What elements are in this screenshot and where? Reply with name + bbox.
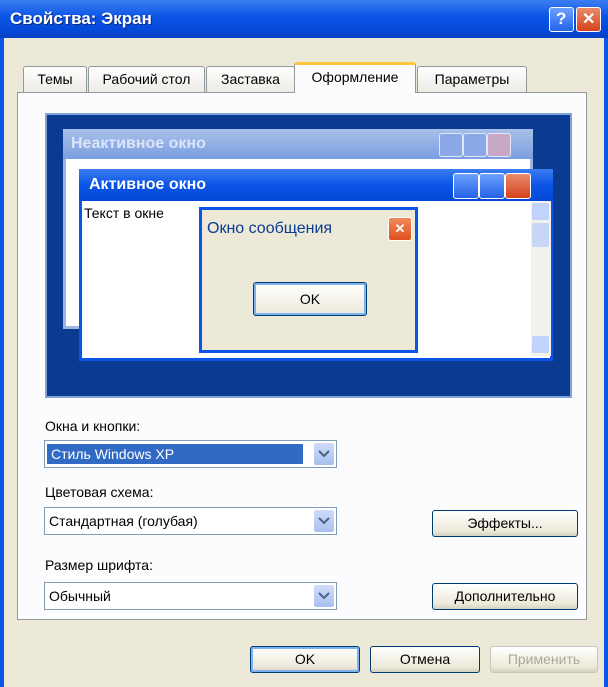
font-size-label: Размер шрифта: <box>45 557 153 573</box>
apply-label: Применить <box>507 651 581 667</box>
cancel-button[interactable]: Отмена <box>370 646 480 673</box>
tab-label: Параметры <box>434 71 510 87</box>
tab-themes[interactable]: Темы <box>23 66 87 92</box>
display-properties-window: Свойства: Экран ? ✕ Темы Рабочий стол За… <box>0 0 608 687</box>
tab-screensaver[interactable]: Заставка <box>206 66 295 92</box>
window-title: Свойства: Экран <box>10 9 152 28</box>
minimize-icon <box>439 133 463 157</box>
advanced-button[interactable]: Дополнительно <box>432 583 578 610</box>
effects-label: Эффекты... <box>467 515 543 531</box>
help-button[interactable]: ? <box>549 7 574 32</box>
scroll-thumb <box>532 223 549 247</box>
chevron-down-icon[interactable] <box>314 443 334 465</box>
tab-desktop[interactable]: Рабочий стол <box>88 66 205 92</box>
chevron-down-icon[interactable] <box>314 585 334 607</box>
active-window-title: Активное окно <box>89 176 207 193</box>
minimize-icon <box>453 173 479 199</box>
tab-label: Заставка <box>221 71 280 87</box>
message-box-title: Окно сообщения <box>207 220 333 237</box>
help-icon: ? <box>556 9 567 28</box>
message-box-titlebar: Окно сообщения ✕ <box>202 210 415 248</box>
scroll-down-icon <box>532 336 549 353</box>
close-icon: ✕ <box>388 217 412 241</box>
advanced-label: Дополнительно <box>454 588 556 604</box>
message-ok-label: OK <box>299 291 321 307</box>
appearance-preview: Неактивное окно Активное окно Текст в ок… <box>45 113 572 398</box>
windows-buttons-value: Стиль Windows XP <box>47 444 303 464</box>
windows-buttons-select[interactable]: Стиль Windows XP <box>44 440 337 468</box>
windows-buttons-label: Окна и кнопки: <box>45 418 141 434</box>
active-window-titlebar: Активное окно <box>79 169 553 201</box>
window-text: Текст в окне <box>84 205 164 221</box>
message-ok-button: OK <box>253 282 367 316</box>
inactive-window-titlebar: Неактивное окно <box>63 129 533 159</box>
tab-label: Оформление <box>311 69 399 85</box>
color-scheme-label: Цветовая схема: <box>45 484 154 500</box>
title-bar[interactable]: Свойства: Экран ? ✕ <box>0 0 608 38</box>
apply-button[interactable]: Применить <box>490 646 598 673</box>
tab-label: Рабочий стол <box>102 71 191 87</box>
color-scheme-select[interactable]: Стандартная (голубая) <box>44 507 337 535</box>
close-icon: ✕ <box>582 11 596 28</box>
inactive-window-title: Неактивное окно <box>71 135 206 152</box>
cancel-label: Отмена <box>399 651 451 667</box>
window-border-left <box>0 38 4 687</box>
close-button[interactable]: ✕ <box>576 7 601 32</box>
effects-button[interactable]: Эффекты... <box>432 510 578 537</box>
close-icon <box>487 133 511 157</box>
tab-appearance[interactable]: Оформление <box>294 62 416 93</box>
chevron-down-icon[interactable] <box>314 510 334 532</box>
tab-label: Темы <box>37 71 73 87</box>
color-scheme-value: Стандартная (голубая) <box>49 513 198 529</box>
scroll-up-icon <box>532 203 549 220</box>
window-border-right <box>604 38 608 687</box>
font-size-select[interactable]: Обычный <box>44 582 337 610</box>
tab-settings[interactable]: Параметры <box>417 66 527 92</box>
ok-button[interactable]: OK <box>250 646 360 673</box>
preview-scrollbar <box>531 201 551 356</box>
message-box: Окно сообщения ✕ OK <box>199 207 418 353</box>
maximize-icon <box>463 133 487 157</box>
ok-label: OK <box>294 651 316 667</box>
maximize-icon <box>479 173 505 199</box>
close-icon <box>505 173 531 199</box>
font-size-value: Обычный <box>49 588 111 604</box>
